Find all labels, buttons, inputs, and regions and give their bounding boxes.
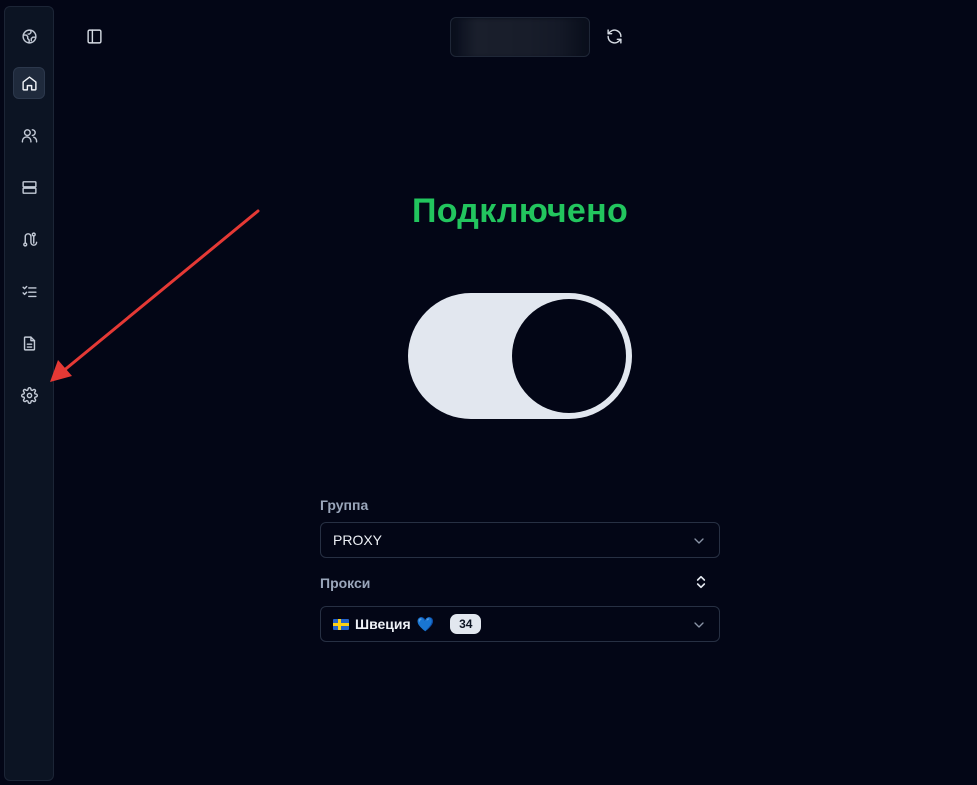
sidebar-item-home[interactable] — [13, 67, 45, 99]
switch-knob — [512, 299, 626, 413]
sort-toggle-button[interactable] — [692, 572, 710, 592]
sweden-flag-icon — [333, 618, 349, 630]
home-icon — [21, 75, 37, 91]
blurred-content — [457, 18, 585, 56]
refresh-icon — [606, 28, 622, 44]
proxy-count-badge: 34 — [450, 614, 482, 634]
proxy-label: Прокси — [320, 575, 371, 591]
sidebar — [4, 6, 54, 781]
sidebar-item-settings[interactable] — [13, 379, 45, 411]
logo-globe-icon[interactable] — [13, 20, 45, 52]
sidebar-toggle-button[interactable] — [82, 24, 106, 48]
document-icon — [23, 335, 35, 351]
group-label: Группа — [320, 497, 369, 513]
chevron-down-icon — [694, 538, 704, 544]
users-icon — [21, 128, 37, 143]
sidebar-item-servers[interactable] — [13, 171, 45, 203]
proxy-select-value: Швеция — [355, 616, 411, 632]
sidebar-item-connections[interactable] — [13, 275, 45, 307]
chevron-down-icon — [694, 622, 704, 628]
connection-toggle-switch[interactable] — [408, 293, 632, 419]
chevrons-up-down-icon — [696, 575, 706, 589]
app-window: Подключено Группа PROXY Прокси Швеция 💙 … — [0, 0, 977, 785]
sidebar-toggle-icon — [86, 28, 102, 44]
server-icon — [21, 180, 37, 194]
profile-selector-blurred[interactable] — [450, 17, 590, 57]
route-icon — [22, 231, 37, 247]
checklist-icon — [21, 285, 37, 297]
proxy-select[interactable]: Швеция 💙 34 — [320, 606, 720, 642]
group-select[interactable]: PROXY — [320, 522, 720, 558]
connection-status-title: Подключено — [411, 192, 629, 230]
blue-heart-emoji: 💙 — [416, 615, 435, 632]
settings-gear-icon — [20, 386, 38, 404]
refresh-button[interactable] — [602, 24, 626, 48]
group-select-value: PROXY — [333, 532, 383, 548]
sidebar-item-users[interactable] — [13, 119, 45, 151]
sidebar-item-rules[interactable] — [13, 223, 45, 255]
sidebar-item-logs[interactable] — [13, 327, 45, 359]
